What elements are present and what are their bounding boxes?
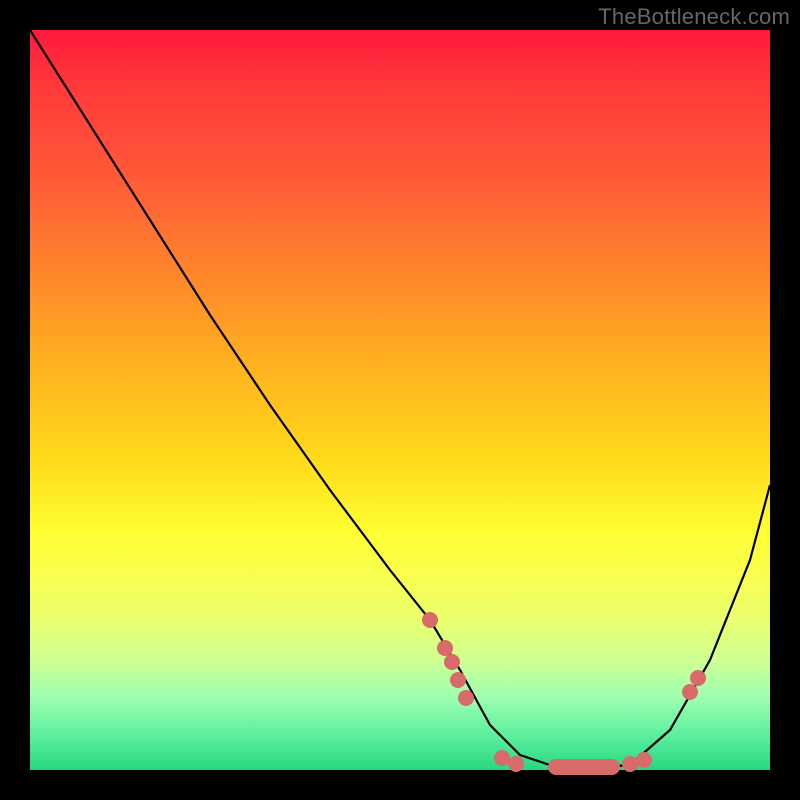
data-point xyxy=(444,654,460,670)
data-cluster xyxy=(548,759,620,775)
data-point xyxy=(458,690,474,706)
data-point xyxy=(422,612,438,628)
data-point xyxy=(682,684,698,700)
bottleneck-curve xyxy=(30,30,770,768)
data-point xyxy=(690,670,706,686)
plot-area xyxy=(30,30,770,770)
data-point xyxy=(437,640,453,656)
chart-frame: TheBottleneck.com xyxy=(0,0,800,800)
curve-markers xyxy=(422,612,706,775)
watermark-label: TheBottleneck.com xyxy=(598,4,790,30)
data-point xyxy=(508,756,524,772)
data-point xyxy=(450,672,466,688)
data-point xyxy=(622,756,638,772)
curve-svg xyxy=(30,30,770,770)
data-point xyxy=(636,752,652,768)
data-point xyxy=(494,750,510,766)
